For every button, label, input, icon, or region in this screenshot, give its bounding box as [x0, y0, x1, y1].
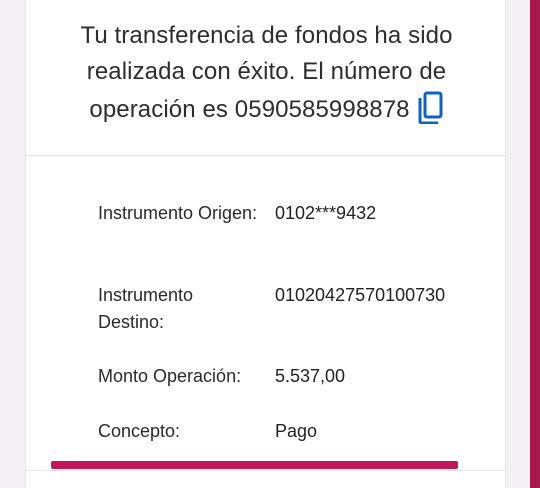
origin-instrument-label: Instrumento Origen:: [98, 203, 258, 223]
success-message: Tu transferencia de fondos ha sido reali…: [26, 18, 507, 128]
bottom-divider: [26, 470, 505, 471]
operation-amount-label: Monto Operación:: [98, 366, 242, 386]
bottom-accent-bar: [51, 461, 458, 469]
right-edge-accent: [530, 0, 540, 488]
success-message-line-2: realizada con éxito. El número de: [86, 58, 447, 85]
section-divider: [26, 155, 505, 156]
destination-instrument-label: Instrumento Destino:: [98, 285, 194, 332]
success-message-line-3: operación es 0590585998878: [26, 90, 507, 128]
confirmation-card: Tu transferencia de fondos ha sido reali…: [25, 0, 506, 488]
destination-instrument-value: 01020427570100730: [275, 285, 446, 305]
operation-amount-value: 5.537,00: [275, 366, 346, 386]
origin-instrument-value: 0102***9432: [275, 203, 377, 223]
success-message-line-1: Tu transferencia de fondos ha sido: [80, 22, 453, 49]
operation-number: 0590585998878: [234, 96, 410, 123]
transfer-confirmation-screen: Tu transferencia de fondos ha sido reali…: [0, 0, 540, 488]
operation-prefix: operación es: [89, 96, 229, 123]
copy-icon[interactable]: [416, 90, 444, 125]
concept-value: Pago: [275, 421, 318, 441]
concept-label: Concepto:: [98, 421, 181, 441]
